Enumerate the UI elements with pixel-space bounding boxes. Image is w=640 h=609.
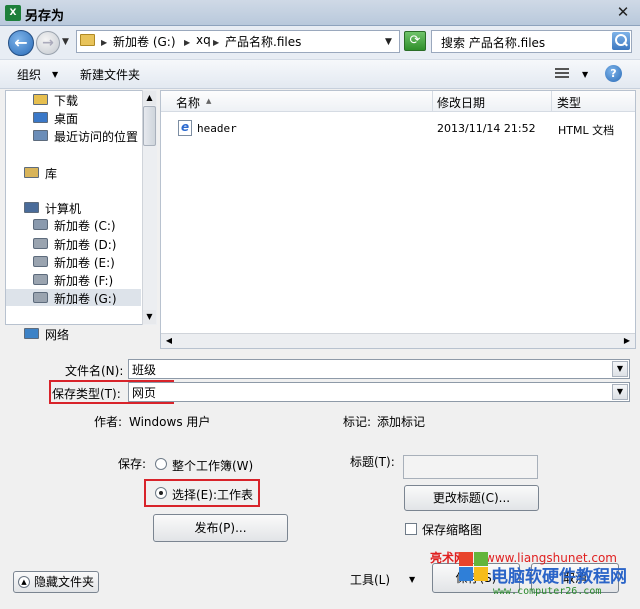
tools-button[interactable]: 工具(L) xyxy=(350,571,390,588)
nav-item-label[interactable]: 库 xyxy=(45,165,57,182)
nav-item-label[interactable]: 桌面 xyxy=(54,110,78,127)
drive-icon xyxy=(33,274,48,285)
thumbnail-label[interactable]: 保存缩略图 xyxy=(422,521,482,538)
file-name[interactable]: header xyxy=(197,122,237,135)
folder-icon xyxy=(80,34,95,46)
network-icon xyxy=(24,328,39,339)
view-dropdown-icon[interactable]: ▼ xyxy=(582,70,588,79)
history-dropdown-icon[interactable]: ▼ xyxy=(62,37,69,47)
window-title: 另存为 xyxy=(25,9,65,24)
radio-workbook-label[interactable]: 整个工作簿(W) xyxy=(172,457,253,474)
search-placeholder: 搜索 产品名称.files xyxy=(441,36,546,50)
thumbnail-checkbox[interactable] xyxy=(405,523,417,535)
organize-button[interactable]: 组织 xyxy=(17,66,41,83)
change-title-button[interactable]: 更改标题(C)... xyxy=(404,485,539,511)
radio-selection[interactable] xyxy=(155,487,167,499)
watermark-subtitle: www.computer26.com xyxy=(493,586,602,597)
excel-icon: X xyxy=(5,5,21,21)
breadcrumb-separator-icon[interactable]: ▶ xyxy=(213,38,219,47)
title-input[interactable] xyxy=(403,455,538,479)
tags-label: 标记: xyxy=(343,415,372,429)
savetype-select[interactable] xyxy=(128,382,630,402)
title-bar xyxy=(0,0,640,26)
nav-item-label[interactable]: 计算机 xyxy=(45,200,81,217)
nav-item-label[interactable]: 新加卷 (F:) xyxy=(54,272,113,289)
radio-selection-label[interactable]: 选择(E):工作表 xyxy=(172,486,253,503)
horizontal-scrollbar[interactable] xyxy=(161,333,635,348)
scroll-down-icon[interactable]: ▼ xyxy=(143,310,156,324)
filename-value: 班级 xyxy=(132,363,157,377)
column-date[interactable]: 修改日期 xyxy=(437,94,485,111)
publish-button[interactable]: 发布(P)... xyxy=(153,514,288,542)
organize-dropdown-icon[interactable]: ▼ xyxy=(52,70,58,79)
refresh-button[interactable]: ⟳ xyxy=(404,31,426,51)
nav-item-label[interactable]: 新加卷 (D:) xyxy=(54,236,116,253)
recent-places-icon xyxy=(33,130,48,141)
nav-item-label[interactable]: 新加卷 (C:) xyxy=(54,217,116,234)
breadcrumb-separator-icon[interactable]: ▶ xyxy=(101,38,107,47)
back-button[interactable]: ← xyxy=(8,30,34,56)
scroll-up-icon[interactable]: ▲ xyxy=(143,91,156,105)
savetype-value: 网页 xyxy=(132,386,157,400)
nav-item-label[interactable]: 下载 xyxy=(54,92,78,109)
nav-item-label[interactable]: 新加卷 (E:) xyxy=(54,254,115,271)
download-folder-icon xyxy=(33,94,48,105)
drive-icon xyxy=(33,238,48,249)
drive-icon xyxy=(33,292,48,303)
nav-item-label[interactable]: 新加卷 (G:) xyxy=(54,290,117,307)
system-drive-icon xyxy=(33,219,48,230)
library-icon xyxy=(24,167,39,178)
html-file-icon[interactable] xyxy=(178,120,192,136)
breadcrumb-current[interactable]: 产品名称.files xyxy=(225,33,301,50)
nav-scroll-thumb[interactable] xyxy=(143,106,156,146)
author-label: 作者: xyxy=(94,415,123,429)
desktop-icon xyxy=(33,112,48,123)
column-name[interactable]: 名称 xyxy=(176,94,200,111)
breadcrumb-separator-icon[interactable]: ▶ xyxy=(184,38,190,47)
view-options-icon[interactable] xyxy=(555,68,569,80)
nav-item-label[interactable]: 网络 xyxy=(45,326,69,343)
filename-dropdown-icon[interactable]: ▼ xyxy=(612,361,628,377)
column-divider[interactable] xyxy=(432,91,433,112)
nav-item-label[interactable]: 最近访问的位置 xyxy=(54,128,138,145)
scroll-right-icon[interactable]: ▶ xyxy=(620,334,634,347)
file-date: 2013/11/14 21:52 xyxy=(437,122,536,135)
collapse-icon[interactable]: ▲ xyxy=(18,576,30,588)
column-divider[interactable] xyxy=(551,91,552,112)
author-value[interactable]: Windows 用户 xyxy=(129,413,210,430)
drive-icon xyxy=(33,256,48,267)
filename-field[interactable] xyxy=(128,359,630,379)
windows-logo-icon xyxy=(459,552,489,582)
tags-value[interactable]: 添加标记 xyxy=(377,413,425,430)
address-dropdown-icon[interactable]: ▼ xyxy=(385,37,392,47)
savetype-label: 保存类型(T): xyxy=(52,387,121,401)
savetype-dropdown-icon[interactable]: ▼ xyxy=(612,384,628,400)
search-icon[interactable] xyxy=(612,32,630,50)
file-type: HTML 文档 xyxy=(558,124,615,137)
column-type[interactable]: 类型 xyxy=(557,94,581,111)
forward-button[interactable]: → xyxy=(36,31,60,55)
sort-ascending-icon: ▲ xyxy=(206,97,212,105)
breadcrumb-folder[interactable]: xq xyxy=(196,33,211,47)
close-button[interactable]: ✕ xyxy=(612,3,634,22)
watermark-title: 电脑软硬件教程网 xyxy=(491,567,627,587)
save-scope-label: 保存: xyxy=(118,457,147,471)
filename-label: 文件名(N): xyxy=(65,364,124,378)
help-icon[interactable]: ? xyxy=(605,65,622,82)
breadcrumb-drive[interactable]: 新加卷 (G:) xyxy=(113,33,176,50)
title-label: 标题(T): xyxy=(350,455,395,469)
tools-dropdown-icon[interactable]: ▼ xyxy=(409,575,415,584)
scroll-left-icon[interactable]: ◀ xyxy=(162,334,176,347)
new-folder-button[interactable]: 新建文件夹 xyxy=(80,66,140,83)
computer-icon xyxy=(24,202,39,213)
radio-workbook[interactable] xyxy=(155,458,167,470)
